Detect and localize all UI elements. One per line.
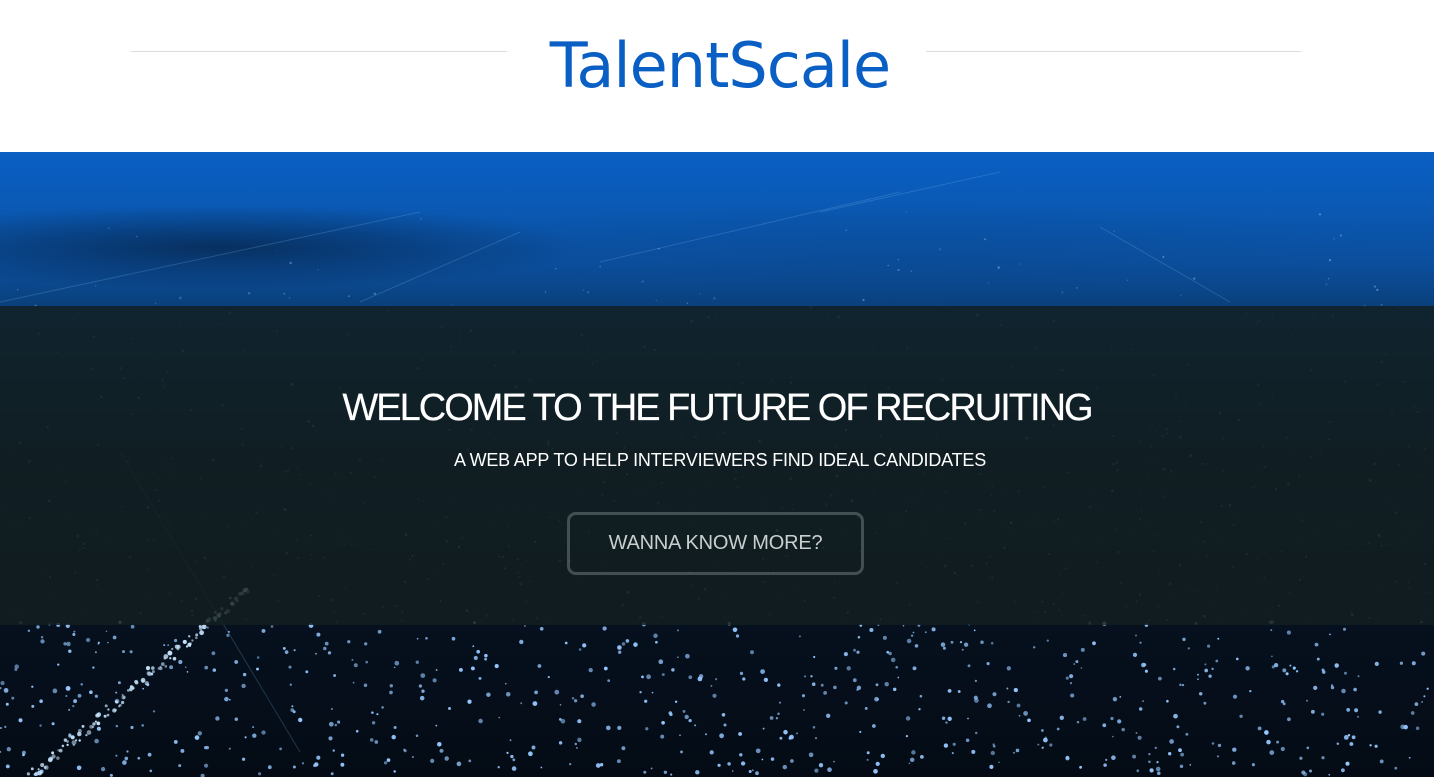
hero-overlay-panel: WELCOME TO THE FUTURE OF RECRUITING A WE… bbox=[0, 306, 1434, 625]
hero-section: WELCOME TO THE FUTURE OF RECRUITING A WE… bbox=[0, 152, 1434, 777]
hero-subheadline: A WEB APP TO HELP INTERVIEWERS FIND IDEA… bbox=[453, 450, 987, 470]
hero-headline: WELCOME TO THE FUTURE OF RECRUITING bbox=[342, 387, 1093, 430]
brand-logo[interactable]: TalentScale bbox=[0, 30, 1434, 102]
learn-more-button[interactable]: WANNA KNOW MORE? bbox=[567, 512, 864, 575]
site-header: TalentScale bbox=[0, 0, 1434, 152]
landing-page: TalentScale WELCOME TO THE FUTURE OF REC… bbox=[0, 0, 1434, 777]
